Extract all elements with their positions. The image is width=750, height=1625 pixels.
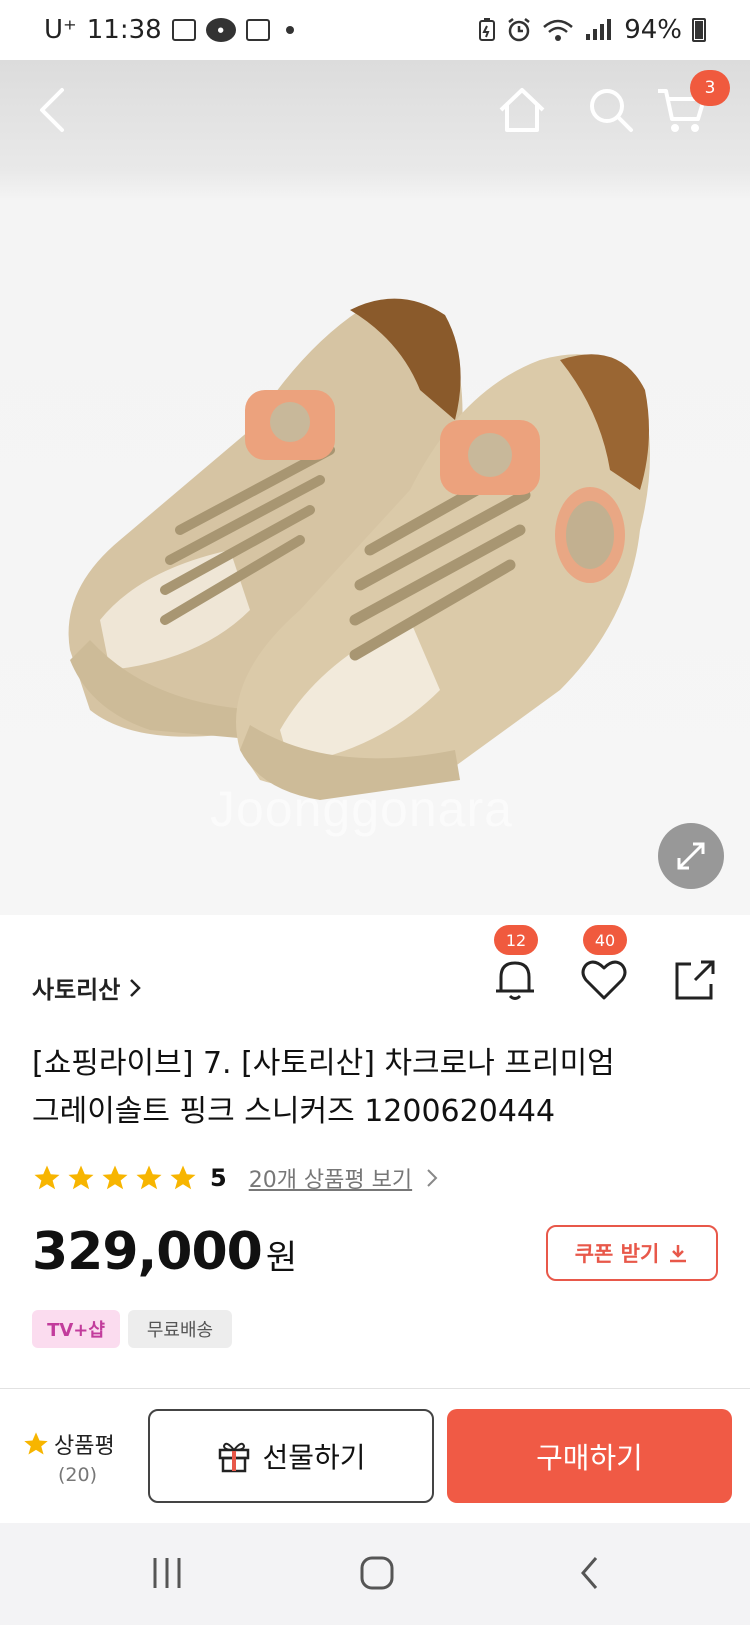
back-icon <box>40 88 64 132</box>
watermark: Joonggonara <box>210 781 513 837</box>
tv-shop-tag: TV+샵 <box>32 1310 120 1348</box>
product-photo <box>68 298 650 800</box>
share-button[interactable] <box>670 955 720 1005</box>
price-currency: 원 <box>265 1238 298 1278</box>
home-nav-button[interactable] <box>352 1553 402 1593</box>
battery-percent: 94% <box>624 15 682 45</box>
home-icon <box>499 88 545 132</box>
like-count-badge: 40 <box>583 925 627 955</box>
back-nav-button[interactable] <box>565 1553 615 1593</box>
alarm-count-badge: 12 <box>494 925 538 955</box>
price-row: 329,000 원 <box>32 1222 297 1282</box>
battery-saver-icon <box>479 18 496 41</box>
signal-icon <box>586 19 612 40</box>
alarm-icon <box>508 18 530 42</box>
rating-score: 5 <box>210 1164 227 1192</box>
home-nav-icon <box>360 1556 394 1590</box>
brand-link[interactable]: 사토리산 <box>32 970 142 1005</box>
star-icon <box>170 1165 196 1190</box>
back-button[interactable] <box>24 82 80 138</box>
star-icon <box>136 1165 162 1190</box>
search-icon <box>590 89 633 132</box>
like-button[interactable] <box>579 955 629 1005</box>
gallery-icon <box>171 19 196 41</box>
kakaotalk-icon: ● <box>205 18 236 42</box>
search-button[interactable] <box>583 82 639 138</box>
brand-name: 사토리산 <box>32 976 121 1004</box>
divider <box>0 1388 750 1389</box>
product-title-line2: 그레이솔트 핑크 스니커즈 1200620444 <box>32 1094 556 1129</box>
rating-row: 5 20개 상품평 보기 <box>32 1162 438 1194</box>
recent-apps-button[interactable] <box>142 1553 192 1593</box>
product-image-area[interactable]: 3 Joonggonara <box>0 60 750 915</box>
wifi-icon <box>543 19 574 41</box>
price-value: 329,000 <box>32 1222 263 1282</box>
expand-image-button[interactable] <box>658 823 724 889</box>
review-label: 상품평 <box>54 1434 115 1459</box>
cart-count-badge: 3 <box>690 70 730 106</box>
buy-button[interactable]: 구매하기 <box>447 1409 732 1503</box>
chevron-right-icon <box>130 978 142 997</box>
review-link[interactable]: 20개 상품평 보기 <box>249 1162 412 1194</box>
download-icon <box>670 1245 687 1263</box>
product-title-line1: [쇼핑라이브] 7. [사토리산] 차크로나 프리미엄 <box>32 1046 615 1081</box>
gift-label: 선물하기 <box>262 1441 366 1474</box>
system-navigation-bar <box>0 1523 750 1625</box>
star-icon <box>34 1165 60 1190</box>
product-title: [쇼핑라이브] 7. [사토리산] 차크로나 프리미엄 그레이솔트 핑크 스니커… <box>32 1040 722 1136</box>
battery-icon <box>692 18 706 42</box>
gift-icon <box>219 1442 250 1473</box>
notification-dot-icon <box>285 26 294 34</box>
star-icon <box>24 1432 48 1455</box>
review-summary[interactable]: 상품평 (20) <box>22 1428 132 1486</box>
carrier-label: U⁺ <box>44 15 77 45</box>
free-shipping-tag: 무료배송 <box>128 1310 232 1348</box>
bell-icon <box>496 961 534 1000</box>
coupon-button[interactable]: 쿠폰 받기 <box>546 1225 718 1281</box>
status-bar: U⁺ 11:38 ● 94% <box>0 0 750 60</box>
star-icon <box>102 1165 128 1190</box>
heart-icon <box>581 960 627 1000</box>
clock: 11:38 <box>86 15 162 45</box>
top-navigation: 3 <box>0 60 750 165</box>
recent-apps-icon <box>153 1558 181 1588</box>
calendar-icon <box>245 19 270 41</box>
coupon-label: 쿠폰 받기 <box>574 1242 660 1266</box>
home-button[interactable] <box>494 82 550 138</box>
review-count: (20) <box>58 1464 98 1486</box>
alarm-button[interactable] <box>490 955 540 1005</box>
gift-button[interactable]: 선물하기 <box>148 1409 434 1503</box>
chevron-right-icon[interactable] <box>426 1168 438 1188</box>
expand-icon <box>677 842 705 870</box>
star-icon <box>68 1165 94 1190</box>
star-rating <box>32 1163 198 1193</box>
back-nav-icon <box>581 1557 598 1589</box>
share-icon <box>675 960 715 1000</box>
